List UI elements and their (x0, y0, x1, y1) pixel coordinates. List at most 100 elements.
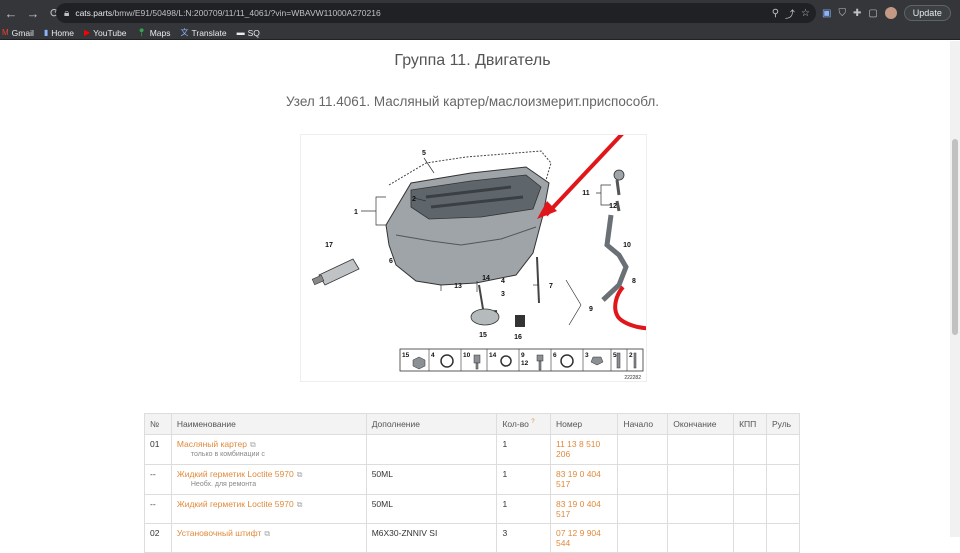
shield-icon[interactable]: ⛉ (838, 8, 846, 19)
callout-11: 11 (582, 190, 590, 197)
bookmark-maps[interactable]: 📍︎ Maps (137, 28, 171, 38)
callout-9: 9 (589, 306, 593, 313)
parts-table: № Наименование Дополнение Кол-во ? Номер… (144, 413, 801, 553)
part-note: только в комбинации с (190, 451, 265, 458)
row-number: 02 (144, 523, 172, 553)
maps-icon: 📍︎ (136, 28, 147, 37)
bookmark-home[interactable]: ▮ Home (44, 28, 74, 38)
row-start (617, 494, 669, 524)
forward-arrow-icon[interactable]: → (22, 6, 44, 21)
lock-icon: 🔒︎ (64, 7, 70, 19)
row-qty: 1 (496, 434, 551, 465)
callout-1: 1 (354, 209, 358, 216)
parts-diagram: 1 2 3 4 5 6 7 8 9 10 11 12 13 14 15 16 1… (300, 93, 748, 382)
group-title: Группа 11. Двигатель (394, 52, 551, 69)
side-panel-icon[interactable]: ▢ (868, 8, 877, 19)
row-qty: 1 (496, 494, 551, 524)
callout-3: 3 (501, 291, 505, 298)
url-path: /bmw/E91/50498/L:N:200709/11/11_4061/?vi… (112, 8, 381, 18)
callout-6: 6 (389, 258, 393, 265)
row-steering (765, 434, 801, 465)
col-gearbox: КПП (733, 413, 767, 435)
row-name-cell: Жидкий герметик Loctite 5970 ⧉ Необх. для … (170, 464, 367, 495)
table-row: 01 Масляный картер ⧉ только в комбинации с… (144, 434, 801, 465)
avatar[interactable] (884, 7, 897, 19)
dipstick-shape (615, 179, 621, 212)
table-header-row: № Наименование Дополнение Кол-во ? Номер… (144, 413, 801, 435)
row-steering (765, 464, 801, 495)
row-start (617, 464, 669, 495)
external-link-icon[interactable]: ⧉ (250, 440, 256, 449)
browser-toolbar: ← → ⟳ 🔒︎ cats.parts/bmw/E91/50498/L:N:20… (0, 0, 960, 26)
col-part-number: Номер (549, 413, 619, 435)
row-extra (365, 434, 498, 465)
external-link-icon[interactable]: ⧉ (297, 470, 303, 479)
row-start (617, 523, 669, 553)
bookmark-translate[interactable]: 文 Translate (180, 27, 226, 38)
part-link[interactable]: Масляный картер (177, 439, 247, 449)
bookmark-sq[interactable]: ▬ SQ (237, 28, 260, 38)
row-number: -- (144, 464, 172, 495)
col-extra: Дополнение (365, 413, 498, 435)
share-icon[interactable]: ⤴ (785, 6, 795, 21)
external-link-icon[interactable]: ⧉ (297, 500, 303, 509)
gmail-icon: M (2, 28, 9, 37)
callout-7: 7 (549, 283, 553, 290)
row-steering (765, 494, 801, 524)
legend-label-14: 14 (489, 352, 497, 359)
legend-label-15: 15 (402, 352, 410, 359)
bookmark-gmail[interactable]: M Gmail (2, 28, 34, 38)
row-steering (765, 523, 801, 553)
folder-icon: ▬ (236, 28, 245, 37)
back-arrow-icon[interactable]: ← (0, 6, 22, 21)
part-number-link[interactable]: 83 19 0 404 517 (549, 494, 619, 524)
row-end (667, 464, 735, 495)
callout-12: 12 (609, 203, 617, 210)
part-number-link[interactable]: 83 19 0 404 517 (549, 464, 619, 495)
puzzle-icon[interactable]: ✚ (853, 8, 861, 19)
bookmark-youtube[interactable]: ▶ YouTube (84, 28, 127, 38)
row-gearbox (733, 523, 767, 553)
table-row: 02 Установочный штифт ⧉ M6X30-ZNNIV SI 3 … (144, 523, 801, 553)
bookmark-star-icon[interactable]: ☆ (801, 8, 810, 19)
row-number: 01 (144, 434, 172, 465)
diagram-code: 222282 (624, 375, 641, 381)
sensor-16-shape (515, 315, 525, 327)
row-qty: 1 (496, 464, 551, 495)
callout-16: 16 (514, 334, 522, 341)
address-bar[interactable]: 🔒︎ cats.parts/bmw/E91/50498/L:N:200709/1… (56, 3, 816, 23)
table-row: -- Жидкий герметик Loctite 5970 ⧉ Необх. д… (144, 464, 801, 495)
node-title: Узел 11.4061. Масляный картер/маслоизмер… (285, 94, 660, 109)
dipstick-handle-shape (613, 169, 625, 181)
zoom-icon[interactable]: ⚲ (772, 8, 779, 19)
legend-label-5: 5 (613, 352, 617, 359)
row-qty: 3 (496, 523, 551, 553)
extension-icon[interactable]: ▣ (822, 8, 831, 19)
callout-4: 4 (501, 278, 505, 285)
part-link[interactable]: Жидкий герметик Loctite 5970 (177, 469, 294, 479)
row-extra: M6X30-ZNNIV SI (365, 523, 498, 553)
part-link[interactable]: Жидкий герметик Loctite 5970 (177, 499, 294, 509)
page-scrollbar[interactable] (950, 41, 960, 537)
legend-label-10: 10 (463, 352, 471, 359)
row-end (667, 434, 735, 465)
row-name-cell: Жидкий герметик Loctite 5970 ⧉ (170, 494, 367, 524)
update-button[interactable]: Update (903, 5, 951, 21)
col-name: Наименование (170, 413, 367, 435)
red-arrow-line (544, 99, 655, 217)
part-note: Необх. для ремонта (190, 481, 257, 488)
qty-help-icon[interactable]: ? (531, 419, 534, 425)
legend-label-6: 6 (553, 352, 557, 359)
col-steering: Руль (765, 413, 801, 435)
parts-legend-strip: 15 4 10 14 9 12 6 3 5 2 222282 (399, 348, 644, 381)
bookmarks-bar: M Gmail ▮ Home ▶ YouTube 📍︎ Maps 文 Translate … (0, 26, 960, 40)
part-number-link[interactable]: 11 13 8 510 206 (549, 434, 619, 465)
col-end: Окончание (667, 413, 735, 435)
col-number: № (144, 413, 172, 435)
part-number-link[interactable]: 07 12 9 904 544 (549, 523, 619, 553)
row-name-cell: Масляный картер ⧉ только в комбинации с (170, 434, 367, 465)
callout-14: 14 (482, 275, 490, 282)
row-number: -- (144, 494, 172, 524)
row-gearbox (733, 464, 767, 495)
scrollbar-thumb[interactable] (952, 139, 958, 335)
